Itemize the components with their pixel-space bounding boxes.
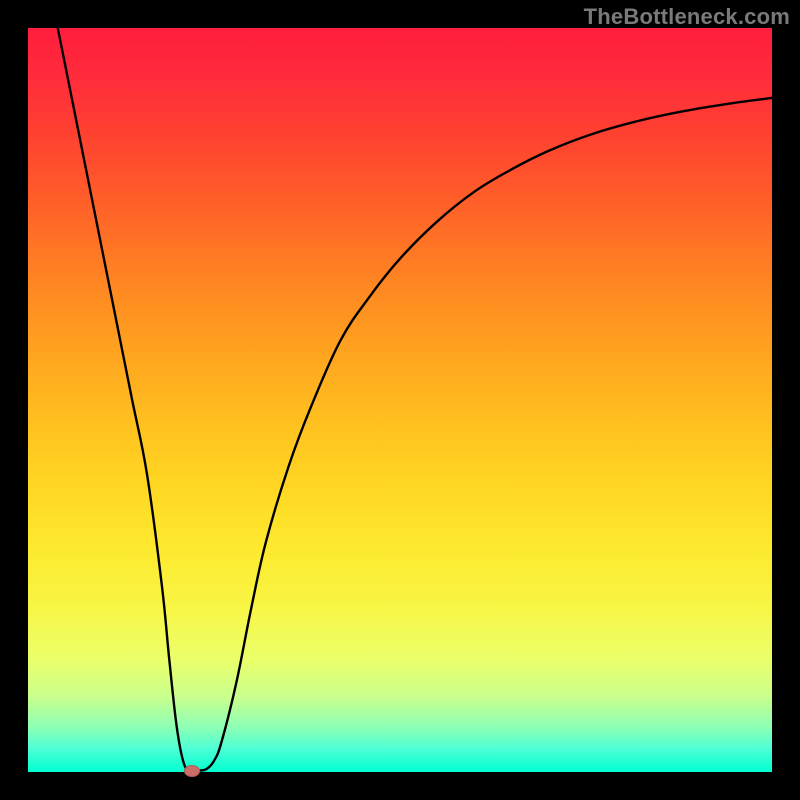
curve-svg [28, 28, 772, 772]
watermark-text: TheBottleneck.com [584, 4, 790, 30]
plot-area [28, 28, 772, 772]
chart-frame: TheBottleneck.com [0, 0, 800, 800]
bottleneck-curve [58, 28, 772, 771]
minimum-marker [184, 765, 200, 777]
